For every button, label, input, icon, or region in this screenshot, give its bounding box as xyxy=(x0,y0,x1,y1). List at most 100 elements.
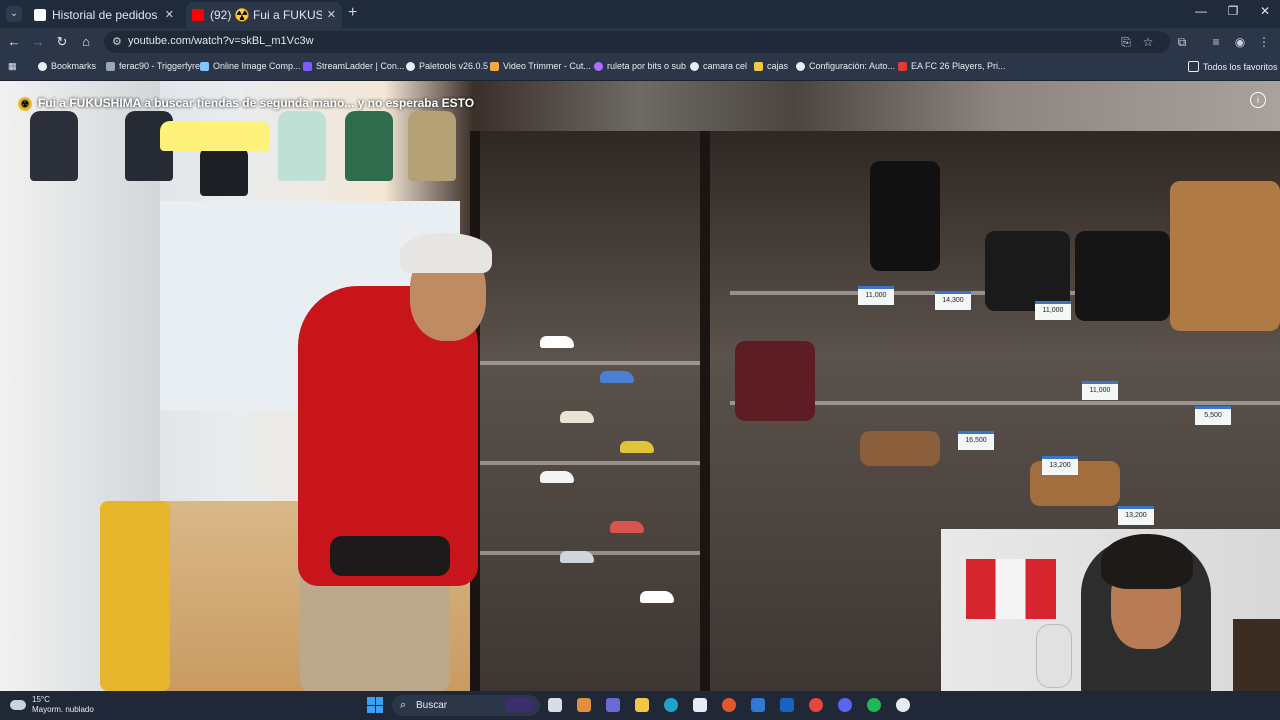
bookmark-item[interactable]: Bookmarks xyxy=(38,61,96,71)
weather-widget[interactable]: 15°C Mayorm. nublado xyxy=(10,695,94,715)
price-tag: 5,500 xyxy=(1195,406,1231,425)
all-favorites[interactable]: Todos los favoritos xyxy=(1188,61,1278,72)
new-tab-icon[interactable]: + xyxy=(348,4,357,22)
scissors-icon xyxy=(490,61,499,71)
bookmark-item[interactable]: Paletools v26.0.5 xyxy=(406,61,488,71)
bookmark-label: EA FC 26 Players, Pri... xyxy=(911,61,1006,71)
search-label: Buscar xyxy=(416,700,448,711)
weather-temp: 15°C xyxy=(32,695,50,704)
star-icon xyxy=(38,61,47,71)
bookmark-item[interactable]: ruleta por bits o sub xyxy=(594,61,686,71)
spotify-icon[interactable] xyxy=(867,698,881,712)
bookmark-item[interactable]: camara cel xyxy=(690,61,747,71)
microphone xyxy=(1036,624,1072,688)
discord-icon[interactable] xyxy=(838,698,852,712)
chrome-icon[interactable] xyxy=(809,698,823,712)
price-tag: 11,000 xyxy=(1082,381,1118,400)
shoe-image xyxy=(560,551,594,563)
bookmark-item[interactable]: StreamLadder | Con... xyxy=(303,61,404,71)
bag-image xyxy=(735,341,815,421)
forward-icon[interactable]: → xyxy=(30,34,46,50)
video-title-text: Fui a FUKUSHIMA a buscar tiendas de segu… xyxy=(38,96,475,110)
video-title[interactable]: ☢ Fui a FUKUSHIMA a buscar tiendas de seg… xyxy=(18,96,474,111)
file-explorer-icon[interactable] xyxy=(635,698,649,712)
tab-youtube[interactable]: (92) ☢️ Fui a FUKUSHIMA a ✕ xyxy=(186,2,342,28)
install-icon[interactable]: ⎘ xyxy=(1118,35,1134,50)
price-tag: 11,000 xyxy=(1035,301,1071,320)
box-image xyxy=(860,431,940,466)
tab-label: Historial de pedidos xyxy=(52,8,158,22)
fanny-pack xyxy=(330,536,450,576)
teams-icon[interactable] xyxy=(606,698,620,712)
reload-icon[interactable]: ↻ xyxy=(54,34,70,50)
weather-desc: Mayorm. nublado xyxy=(32,705,94,714)
bookmark-item[interactable]: Online Image Comp... xyxy=(200,61,301,71)
bookmark-item[interactable]: Video Trimmer - Cut... xyxy=(490,61,591,71)
store-icon[interactable] xyxy=(693,698,707,712)
apps-icon[interactable]: ▦ xyxy=(8,61,17,72)
app-icon[interactable] xyxy=(722,698,736,712)
gear-icon xyxy=(796,61,805,71)
back-icon[interactable]: ← xyxy=(6,34,22,50)
extensions-icon[interactable]: ⧉ xyxy=(1174,35,1190,50)
video-player[interactable]: 11,000 14,300 11,000 11,000 5,500 13,200… xyxy=(0,81,1280,691)
close-icon[interactable]: ✕ xyxy=(165,2,174,28)
bookmark-item[interactable]: Configuración: Auto... xyxy=(796,61,895,71)
shoe-image xyxy=(620,441,654,453)
vest-image xyxy=(345,111,393,181)
info-icon[interactable]: i xyxy=(1250,92,1266,108)
outlook-icon[interactable] xyxy=(780,698,794,712)
yellow-jacket-image xyxy=(100,501,170,691)
menu-icon[interactable]: ⋮ xyxy=(1256,35,1272,49)
home-icon[interactable]: ⌂ xyxy=(78,34,94,50)
bookmark-label: Configuración: Auto... xyxy=(809,61,896,71)
site-info-icon[interactable]: ⚙ xyxy=(112,35,122,48)
price-tag: 13,200 xyxy=(1042,456,1078,475)
shelf xyxy=(480,461,700,465)
bookmark-label: Video Trimmer - Cut... xyxy=(503,61,591,71)
search-icon: ⌕ xyxy=(400,699,407,711)
shoe-image xyxy=(540,336,574,348)
restore-icon[interactable]: ❐ xyxy=(1220,4,1246,18)
link-icon xyxy=(106,61,115,71)
bookmark-label: Paletools v26.0.5 xyxy=(419,61,489,71)
white-cap xyxy=(400,233,492,273)
copilot-icon[interactable] xyxy=(577,698,591,712)
reading-list-icon[interactable]: ≡ xyxy=(1208,35,1224,49)
profile-avatar-icon[interactable]: ◉ xyxy=(1232,35,1248,49)
edge-icon[interactable] xyxy=(664,698,678,712)
jacket-image xyxy=(200,146,248,196)
jacket-image xyxy=(408,111,456,181)
price-tag: 16,500 xyxy=(958,431,994,450)
bag-image xyxy=(870,161,940,271)
ea-icon xyxy=(898,61,907,71)
box-icon xyxy=(754,61,763,71)
bookmark-item[interactable]: ferac90 - Triggerfyre xyxy=(106,61,200,71)
close-icon[interactable]: ✕ xyxy=(327,2,336,28)
shoe-image xyxy=(640,591,674,603)
window-close-icon[interactable]: ✕ xyxy=(1252,4,1278,18)
mail-icon[interactable] xyxy=(751,698,765,712)
address-bar[interactable]: ⚙ youtube.com/watch?v=skBL_m1Vc3w ⎘ ☆ xyxy=(104,31,1170,53)
windows-start-icon[interactable] xyxy=(367,697,383,713)
tab-favicon-icon xyxy=(34,9,46,21)
favorites-label: Todos los favoritos xyxy=(1203,61,1278,72)
streamer-hair xyxy=(1101,534,1193,589)
bookmark-item[interactable]: cajas xyxy=(754,61,788,71)
folder-icon xyxy=(1188,61,1199,72)
bookmark-label: camara cel xyxy=(703,61,748,71)
tab-strip: ⌄ Historial de pedidos ✕ (92) ☢️ Fui a F… xyxy=(0,0,1280,28)
tab-historial[interactable]: Historial de pedidos ✕ xyxy=(28,2,180,28)
browser-toolbar: ← → ↻ ⌂ ⚙ youtube.com/watch?v=skBL_m1Vc3… xyxy=(0,28,1280,56)
tab-search-icon[interactable]: ⌄ xyxy=(6,6,22,22)
task-view-icon[interactable] xyxy=(548,698,562,712)
price-tag: 11,000 xyxy=(858,286,894,305)
url-text: youtube.com/watch?v=skBL_m1Vc3w xyxy=(128,35,314,47)
hoodie-image xyxy=(278,111,326,181)
ladder-icon xyxy=(303,61,312,71)
bookmark-label: cajas xyxy=(767,61,789,71)
settings-icon[interactable] xyxy=(896,698,910,712)
bookmark-item[interactable]: EA FC 26 Players, Pri... xyxy=(898,61,1006,71)
bookmark-star-icon[interactable]: ☆ xyxy=(1140,35,1156,49)
minimize-icon[interactable]: — xyxy=(1188,4,1214,18)
